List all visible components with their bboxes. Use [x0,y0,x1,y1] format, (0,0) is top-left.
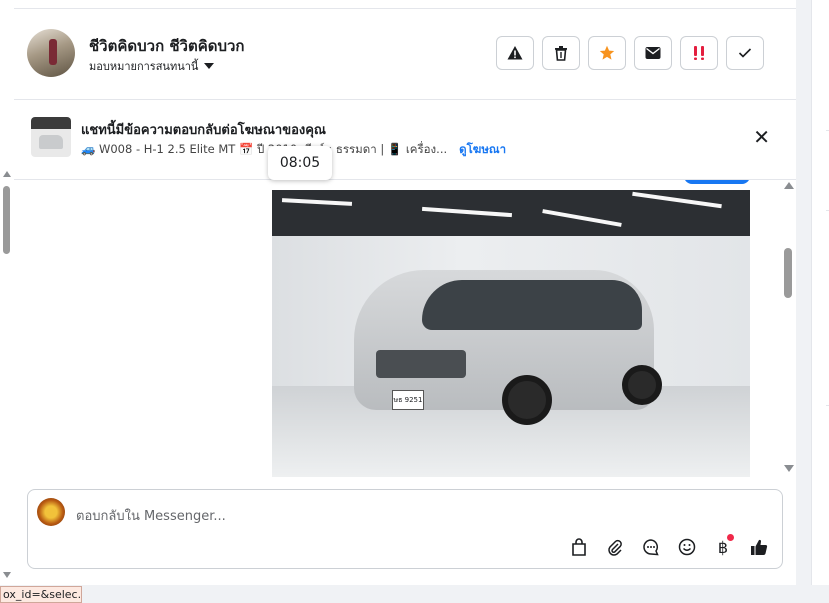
thread-scrollbar[interactable] [781,180,796,480]
ad-detail-text: 🚙 W008 - H-1 2.5 Elite MT 📅 ปี 2010 เกีย… [81,142,448,156]
close-icon[interactable]: ✕ [753,127,770,147]
photo-ceiling [272,190,750,236]
scroll-up-arrow[interactable] [3,171,11,177]
star-button[interactable] [588,36,626,70]
notification-dot [727,534,734,541]
check-icon [738,48,752,58]
saved-replies-icon[interactable] [640,536,662,558]
van-windows [422,280,642,330]
chevron-down-icon [204,63,215,69]
header-actions [496,36,764,70]
delete-button[interactable] [542,36,580,70]
report-button[interactable] [496,36,534,70]
reply-composer[interactable]: ตอบกลับใน Messenger... ฿ [27,489,783,569]
page-avatar [37,498,65,526]
scroll-down-arrow[interactable] [3,572,11,578]
ad-reply-banner: แชทนี้มีข้อความตอบกลับต่อโฆษณาของคุณ 🚙 W… [14,99,796,180]
contact-details-sidebar [811,0,829,585]
baht-icon[interactable]: ฿ [712,534,734,558]
assign-conversation-dropdown[interactable]: มอบหมายการสนทนานี้ [89,57,215,75]
conversation-header: ชีวิตคิดบวก ชีวิตคิดบวก มอบหมายการสนทนาน… [14,8,796,100]
shopping-bag-icon[interactable] [568,536,590,558]
emoji-icon[interactable] [676,536,698,558]
ad-banner-title: แชทนี้มีข้อความตอบกลับต่อโฆษณาของคุณ [81,123,326,138]
front-wheel [502,375,552,425]
thumbs-up-icon[interactable] [748,536,770,558]
paperclip-icon[interactable] [604,536,626,558]
trash-icon [555,46,567,61]
license-plate: ษธ 9251 [392,390,424,410]
left-scrollbar[interactable] [0,0,15,585]
reply-input[interactable]: ตอบกลับใน Messenger... [76,505,226,526]
van-grille [376,350,466,378]
composer-toolbar: ฿ [568,534,770,558]
browser-status-url: ox_id=&selec... [0,586,82,603]
urgent-icon [694,46,704,60]
contact-avatar[interactable] [27,29,75,77]
mark-done-button[interactable] [726,36,764,70]
scroll-down-arrow[interactable] [784,465,794,472]
conversation-panel: ชีวิตคิดบวก ชีวิตคิดบวก มอบหมายการสนทนาน… [14,0,796,585]
scroll-thumb[interactable] [3,186,10,254]
timestamp-tooltip: 08:05 [268,146,332,180]
follow-up-button[interactable] [680,36,718,70]
ad-thumbnail[interactable] [31,117,71,157]
warning-icon [507,46,523,60]
star-icon [599,45,615,60]
contact-name[interactable]: ชีวิตคิดบวก ชีวิตคิดบวก [89,34,245,58]
view-ad-link[interactable]: ดูโฆษณา [459,141,506,159]
scroll-up-arrow[interactable] [784,182,794,189]
assign-label: มอบหมายการสนทนานี้ [89,60,199,73]
rear-wheel [622,365,662,405]
mark-unread-button[interactable] [634,36,672,70]
message-thread: ษธ 9251 [14,180,796,480]
scroll-thumb[interactable] [784,248,792,298]
sent-message-bubble[interactable] [684,180,750,184]
envelope-icon [645,47,661,59]
panel-gap [796,0,811,585]
message-photo[interactable]: ษธ 9251 [272,190,750,477]
